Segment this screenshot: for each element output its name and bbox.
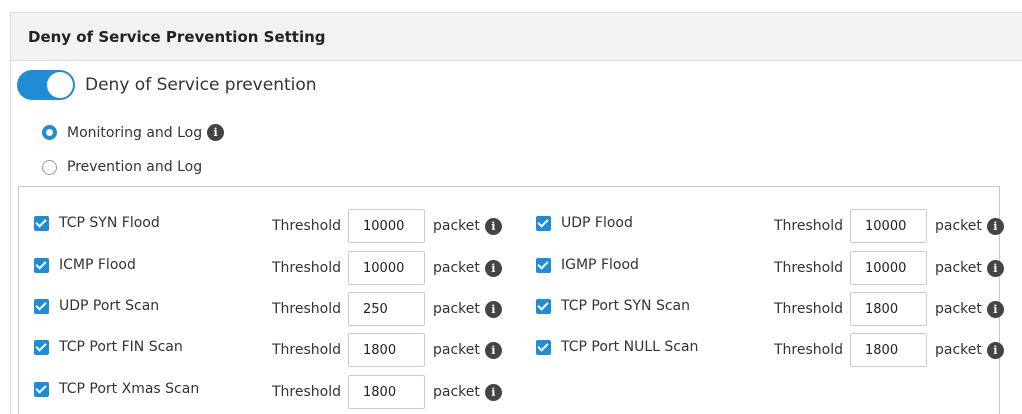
attack-label: TCP Port Xmas Scan xyxy=(59,381,200,397)
threshold-tcp-syn-flood: Threshold 10000 packet i xyxy=(272,209,502,243)
threshold-tcp-port-syn-scan: Threshold 1800 packet i xyxy=(774,292,1004,326)
attack-item-udp-flood: UDP Flood xyxy=(536,206,633,240)
radio-label: Prevention and Log xyxy=(67,159,203,175)
attack-item-tcp-port-syn-scan: TCP Port SYN Scan xyxy=(536,289,690,323)
attack-item-tcp-port-null-scan: TCP Port NULL Scan xyxy=(536,330,698,364)
attack-item-tcp-port-fin-scan: TCP Port FIN Scan xyxy=(34,330,183,364)
threshold-icmp-flood: Threshold 10000 packet i xyxy=(272,251,502,285)
attack-item-tcp-port-xmas-scan: TCP Port Xmas Scan xyxy=(34,372,199,406)
info-icon[interactable]: i xyxy=(986,300,1004,318)
checkbox-checked-icon[interactable] xyxy=(34,298,49,314)
threshold-input[interactable]: 10000 xyxy=(850,251,927,285)
attack-label: ICMP Flood xyxy=(59,257,136,273)
attack-item-icmp-flood: ICMP Flood xyxy=(34,248,136,282)
radio-unselected-icon[interactable] xyxy=(42,159,57,175)
info-icon[interactable]: i xyxy=(986,341,1004,359)
info-icon[interactable]: i xyxy=(484,217,502,235)
threshold-udp-port-scan: Threshold 250 packet i xyxy=(272,292,502,326)
unit-label: packet xyxy=(935,342,982,358)
radio-label: Monitoring and Log xyxy=(67,124,203,141)
attack-item-tcp-syn-flood: TCP SYN Flood xyxy=(34,206,160,240)
info-icon[interactable]: i xyxy=(484,300,502,318)
threshold-label: Threshold xyxy=(272,218,341,234)
threshold-tcp-port-fin-scan: Threshold 1800 packet i xyxy=(272,333,502,367)
attack-item-igmp-flood: IGMP Flood xyxy=(536,248,639,282)
unit-label: packet xyxy=(433,301,480,317)
toggle-knob xyxy=(47,72,73,98)
radio-selected-icon[interactable] xyxy=(42,125,57,140)
threshold-label: Threshold xyxy=(272,342,341,358)
attack-label: TCP Port FIN Scan xyxy=(59,339,183,355)
threshold-input[interactable]: 1800 xyxy=(348,375,425,409)
attack-label: IGMP Flood xyxy=(561,257,639,273)
attack-label: TCP Port SYN Scan xyxy=(561,298,691,314)
unit-label: packet xyxy=(935,218,982,234)
threshold-label: Threshold xyxy=(774,301,843,317)
checkbox-checked-icon[interactable] xyxy=(34,339,49,355)
threshold-label: Threshold xyxy=(272,260,341,276)
checkbox-checked-icon[interactable] xyxy=(536,257,551,273)
threshold-input[interactable]: 10000 xyxy=(348,209,425,243)
info-icon[interactable]: i xyxy=(484,259,502,277)
radio-prevention-and-log[interactable]: Prevention and Log xyxy=(42,159,202,175)
unit-label: packet xyxy=(433,260,480,276)
radio-monitoring-and-log[interactable]: Monitoring and Log i xyxy=(42,124,225,141)
info-icon[interactable]: i xyxy=(484,383,502,401)
info-icon[interactable]: i xyxy=(207,124,225,141)
unit-label: packet xyxy=(433,384,480,400)
attack-label: UDP Port Scan xyxy=(59,298,160,314)
threshold-input[interactable]: 10000 xyxy=(850,209,927,243)
checkbox-checked-icon[interactable] xyxy=(536,298,551,314)
unit-label: packet xyxy=(935,260,982,276)
threshold-label: Threshold xyxy=(272,301,341,317)
threshold-tcp-port-null-scan: Threshold 1800 packet i xyxy=(774,333,1004,367)
dos-toggle-row: Deny of Service prevention xyxy=(17,70,317,100)
dos-prevention-toggle[interactable] xyxy=(17,70,75,100)
checkbox-checked-icon[interactable] xyxy=(34,257,49,273)
attack-item-udp-port-scan: UDP Port Scan xyxy=(34,289,159,323)
threshold-label: Threshold xyxy=(774,342,843,358)
threshold-udp-flood: Threshold 10000 packet i xyxy=(774,209,1004,243)
threshold-igmp-flood: Threshold 10000 packet i xyxy=(774,251,1004,285)
threshold-input[interactable]: 1800 xyxy=(850,333,927,367)
checkbox-checked-icon[interactable] xyxy=(34,215,49,231)
threshold-input[interactable]: 1800 xyxy=(850,292,927,326)
threshold-tcp-port-xmas-scan: Threshold 1800 packet i xyxy=(272,375,502,409)
unit-label: packet xyxy=(433,342,480,358)
threshold-label: Threshold xyxy=(774,218,843,234)
checkbox-checked-icon[interactable] xyxy=(536,339,551,355)
attack-label: TCP SYN Flood xyxy=(59,215,160,231)
threshold-input[interactable]: 1800 xyxy=(348,333,425,367)
threshold-input[interactable]: 250 xyxy=(348,292,425,326)
threshold-input[interactable]: 10000 xyxy=(348,251,425,285)
panel-title: Deny of Service Prevention Setting xyxy=(11,13,1022,61)
unit-label: packet xyxy=(935,301,982,317)
attack-label: UDP Flood xyxy=(561,215,633,231)
checkbox-checked-icon[interactable] xyxy=(34,381,49,397)
attack-label: TCP Port NULL Scan xyxy=(561,339,699,355)
info-icon[interactable]: i xyxy=(986,259,1004,277)
unit-label: packet xyxy=(433,218,480,234)
dos-prevention-label: Deny of Service prevention xyxy=(85,75,317,95)
threshold-label: Threshold xyxy=(272,384,341,400)
threshold-label: Threshold xyxy=(774,260,843,276)
info-icon[interactable]: i xyxy=(986,217,1004,235)
info-icon[interactable]: i xyxy=(484,341,502,359)
attack-thresholds-box: TCP SYN Flood Threshold 10000 packet i U… xyxy=(18,186,1004,414)
checkbox-checked-icon[interactable] xyxy=(536,215,551,231)
